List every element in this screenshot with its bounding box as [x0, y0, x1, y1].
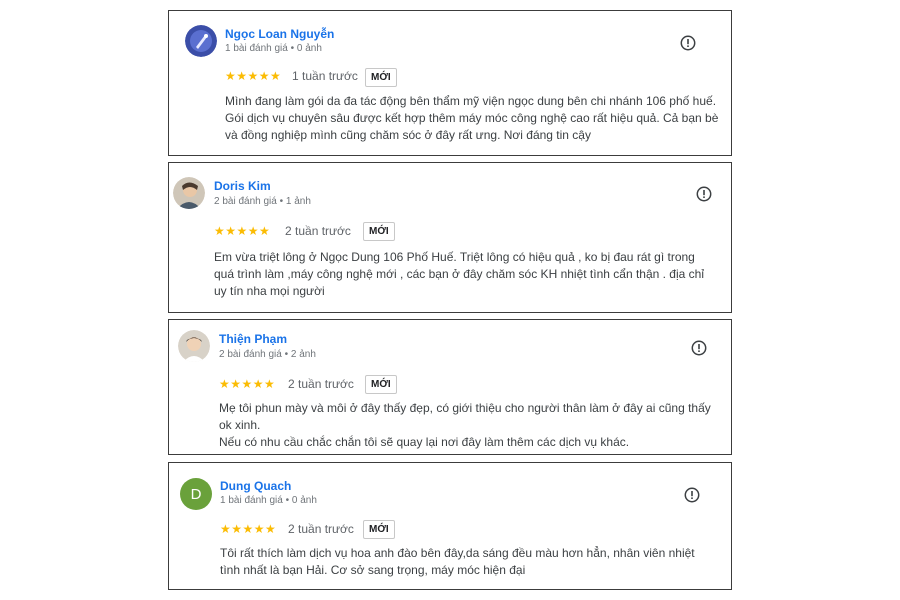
review-text: Mẹ tôi phun mày và môi ở đây thấy đẹp, c…	[219, 400, 711, 451]
reviewer-name[interactable]: Dung Quach	[220, 479, 291, 493]
review-text: Em vừa triệt lông ở Ngọc Dung 106 Phố Hu…	[214, 249, 704, 300]
avatar-photo-icon	[173, 177, 205, 209]
flag-icon[interactable]	[691, 340, 707, 356]
avatar[interactable]	[178, 330, 210, 362]
star-rating: ★★★★★	[219, 377, 276, 391]
reviewer-name[interactable]: Doris Kim	[214, 179, 271, 193]
review-text-line: Nếu có nhu cầu chắc chắn tôi sẽ quay lại…	[219, 435, 630, 449]
review-text-line: uy tín nha mọi người	[214, 284, 325, 298]
review-card: Ngọc Loan Nguyễn 1 bài đánh giá • 0 ảnh …	[168, 10, 732, 156]
review-text-line: ok xinh.	[219, 418, 261, 432]
avatar-photo-icon	[185, 25, 217, 57]
new-badge: MỚI	[363, 520, 395, 539]
review-card: D Dung Quach 1 bài đánh giá • 0 ảnh ★★★★…	[168, 462, 732, 590]
review-text-line: tình nhất là bạn Hải. Cơ sở sang trọng, …	[220, 563, 526, 577]
reviewer-meta: 2 bài đánh giá • 2 ảnh	[219, 349, 316, 360]
review-text-line: Mẹ tôi phun mày và môi ở đây thấy đẹp, c…	[219, 401, 711, 415]
avatar-photo-icon	[178, 330, 210, 362]
star-rating: ★★★★★	[220, 522, 277, 536]
reviewer-meta: 1 bài đánh giá • 0 ảnh	[220, 495, 317, 506]
review-text-line: quá trình làm ,máy công nghệ mới , các b…	[214, 267, 704, 281]
flag-icon[interactable]	[680, 35, 696, 51]
review-text: Mình đang làm gói da đa tác động bên thẩ…	[225, 93, 718, 144]
review-time: 2 tuần trước	[288, 522, 354, 536]
review-text: Tôi rất thích làm dịch vụ hoa anh đào bê…	[220, 545, 695, 579]
review-time: 2 tuần trước	[288, 377, 354, 391]
star-rating: ★★★★★	[214, 224, 271, 238]
avatar[interactable]	[185, 25, 217, 57]
review-text-line: Tôi rất thích làm dịch vụ hoa anh đào bê…	[220, 546, 695, 560]
reviewer-name[interactable]: Ngọc Loan Nguyễn	[225, 27, 334, 41]
new-badge: MỚI	[363, 222, 395, 241]
flag-icon[interactable]	[684, 487, 700, 503]
review-time: 1 tuần trước	[292, 69, 358, 83]
review-text-line: Mình đang làm gói da đa tác động bên thẩ…	[225, 94, 717, 108]
review-time: 2 tuần trước	[285, 224, 351, 238]
review-card: Doris Kim 2 bài đánh giá • 1 ảnh ★★★★★ 2…	[168, 162, 732, 313]
flag-icon[interactable]	[696, 186, 712, 202]
review-text-line: Gói dịch vụ chuyên sâu được kết hợp thêm…	[225, 111, 719, 125]
review-card: Thiện Phạm 2 bài đánh giá • 2 ảnh ★★★★★ …	[168, 319, 732, 455]
reviewer-name[interactable]: Thiện Phạm	[219, 332, 287, 346]
avatar[interactable]	[173, 177, 205, 209]
review-text-line: Em vừa triệt lông ở Ngọc Dung 106 Phố Hu…	[214, 250, 695, 264]
new-badge: MỚI	[365, 68, 397, 87]
new-badge: MỚI	[365, 375, 397, 394]
reviewer-meta: 2 bài đánh giá • 1 ảnh	[214, 196, 311, 207]
review-text-line: và đồng nghiệp mình cũng chăm sóc ở đây …	[225, 128, 591, 142]
star-rating: ★★★★★	[225, 69, 282, 83]
reviewer-meta: 1 bài đánh giá • 0 ảnh	[225, 43, 322, 54]
avatar[interactable]: D	[180, 478, 212, 510]
